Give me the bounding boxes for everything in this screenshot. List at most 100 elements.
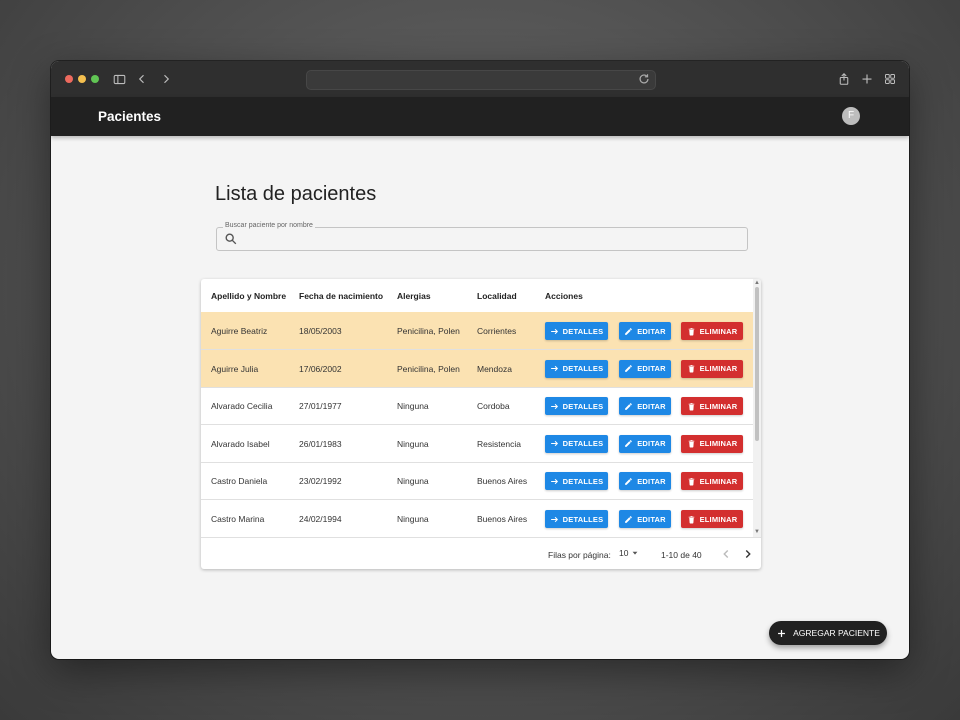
search-icon — [225, 233, 237, 245]
cell-name: Castro Daniela — [211, 476, 268, 487]
arrow-right-icon — [550, 328, 558, 334]
edit-label: EDITAR — [637, 514, 666, 524]
table-row[interactable]: Alvarado Isabel 26/01/1983 Ninguna Resis… — [201, 425, 753, 463]
pencil-icon — [625, 402, 633, 410]
cell-city: Resistencia — [477, 438, 521, 449]
table-scrollbar[interactable]: ▲ ▼ — [753, 279, 761, 537]
add-patient-button[interactable]: AGREGAR PACIENTE — [769, 621, 887, 645]
delete-label: ELIMINAR — [699, 364, 738, 374]
new-tab-icon[interactable] — [860, 71, 874, 87]
column-header-name: Apellido y Nombre — [211, 291, 287, 301]
arrow-right-icon — [550, 365, 558, 372]
cell-city: Mendoza — [477, 363, 512, 374]
previous-page-icon[interactable] — [719, 547, 733, 561]
back-icon[interactable] — [135, 71, 149, 87]
edit-label: EDITAR — [637, 439, 666, 449]
delete-button[interactable]: ELIMINAR — [681, 397, 743, 416]
rows-per-page-value: 10 — [619, 548, 629, 558]
browser-window: Pacientes F Lista de pacientes Buscar pa… — [51, 61, 909, 659]
column-header-actions: Acciones — [545, 291, 583, 301]
search-label: Buscar paciente por nombre — [223, 222, 315, 229]
details-button[interactable]: DETALLES — [545, 322, 608, 340]
delete-button[interactable]: ELIMINAR — [681, 359, 743, 378]
cell-allergies: Ninguna — [397, 476, 429, 487]
cell-allergies: Penicilina, Polen — [397, 363, 460, 374]
cell-name: Aguirre Julia — [211, 363, 259, 374]
edit-button[interactable]: EDITAR — [619, 510, 671, 528]
edit-label: EDITAR — [637, 326, 666, 336]
cell-birthdate: 18/05/2003 — [299, 326, 342, 336]
cell-birthdate: 27/01/1977 — [299, 401, 342, 412]
edit-button[interactable]: EDITAR — [619, 472, 671, 491]
add-patient-label: AGREGAR PACIENTE — [793, 628, 880, 638]
rows-per-page-select[interactable]: 10 — [619, 548, 639, 558]
table-row[interactable]: Alvarado Cecilia 27/01/1977 Ninguna Cord… — [201, 387, 753, 426]
next-page-icon[interactable] — [741, 547, 755, 561]
trash-icon — [688, 440, 694, 448]
table-header: Apellido y Nombre Fecha de nacimiento Al… — [201, 279, 753, 313]
delete-label: ELIMINAR — [699, 476, 738, 486]
edit-label: EDITAR — [637, 476, 666, 486]
table-row[interactable]: Castro Marina 24/02/1994 Ninguna Buenos … — [201, 500, 753, 538]
edit-label: EDITAR — [637, 364, 666, 374]
reload-icon[interactable] — [637, 72, 651, 86]
table-row[interactable]: Aguirre Julia 17/06/2002 Penicilina, Pol… — [201, 349, 753, 388]
cell-city: Buenos Aires — [477, 476, 528, 487]
cell-birthdate: 17/06/2002 — [299, 363, 342, 374]
table-row[interactable]: Castro Daniela 23/02/1992 Ninguna Buenos… — [201, 462, 753, 501]
details-button[interactable]: DETALLES — [545, 472, 608, 491]
search-field[interactable]: Buscar paciente por nombre — [216, 222, 748, 251]
table-row[interactable]: Aguirre Beatriz 18/05/2003 Penicilina, P… — [201, 312, 753, 350]
arrow-right-icon — [550, 441, 558, 447]
details-label: DETALLES — [562, 326, 604, 336]
scroll-down-icon[interactable]: ▼ — [754, 529, 760, 535]
share-icon[interactable] — [837, 71, 851, 87]
search-input[interactable] — [243, 230, 742, 248]
details-label: DETALLES — [562, 476, 604, 486]
minimize-window-button[interactable] — [78, 75, 86, 83]
maximize-window-button[interactable] — [91, 75, 99, 83]
edit-button[interactable]: EDITAR — [619, 397, 671, 416]
scroll-up-icon[interactable]: ▲ — [754, 280, 760, 286]
cell-name: Alvarado Isabel — [211, 438, 270, 449]
cell-name: Castro Marina — [211, 514, 265, 524]
details-button[interactable]: DETALLES — [545, 397, 608, 416]
details-label: DETALLES — [562, 514, 604, 524]
arrow-right-icon — [550, 478, 558, 484]
delete-button[interactable]: ELIMINAR — [681, 510, 743, 528]
cell-allergies: Ninguna — [397, 438, 429, 449]
column-header-city: Localidad — [477, 291, 517, 301]
pagination: Filas por página: 10 1-10 de 40 — [201, 537, 761, 569]
cell-city: Buenos Aires — [477, 514, 528, 524]
details-button[interactable]: DETALLES — [545, 434, 608, 453]
details-button[interactable]: DETALLES — [545, 359, 608, 378]
pencil-icon — [625, 365, 633, 372]
pagination-range: 1-10 de 40 — [661, 550, 702, 560]
tab-overview-icon[interactable] — [883, 71, 897, 87]
delete-button[interactable]: ELIMINAR — [681, 472, 743, 491]
cell-birthdate: 24/02/1994 — [299, 514, 342, 524]
address-bar[interactable] — [306, 70, 656, 90]
trash-icon — [688, 327, 694, 335]
edit-button[interactable]: EDITAR — [619, 322, 671, 340]
arrow-right-icon — [550, 516, 558, 522]
delete-label: ELIMINAR — [699, 401, 738, 411]
cell-allergies: Ninguna — [397, 514, 429, 524]
cell-city: Corrientes — [477, 326, 517, 336]
sidebar-toggle-icon[interactable] — [112, 71, 126, 87]
avatar[interactable]: F — [842, 107, 860, 125]
edit-button[interactable]: EDITAR — [619, 434, 671, 453]
pencil-icon — [625, 478, 633, 485]
scrollbar-thumb[interactable] — [755, 287, 759, 441]
details-button[interactable]: DETALLES — [545, 510, 608, 528]
edit-button[interactable]: EDITAR — [619, 359, 671, 378]
forward-icon[interactable] — [159, 71, 173, 87]
delete-button[interactable]: ELIMINAR — [681, 322, 743, 340]
delete-button[interactable]: ELIMINAR — [681, 434, 743, 453]
plus-icon — [778, 629, 786, 637]
details-label: DETALLES — [562, 364, 604, 374]
trash-icon — [688, 365, 694, 373]
arrow-right-icon — [550, 403, 558, 409]
close-window-button[interactable] — [65, 75, 73, 83]
trash-icon — [688, 402, 694, 411]
